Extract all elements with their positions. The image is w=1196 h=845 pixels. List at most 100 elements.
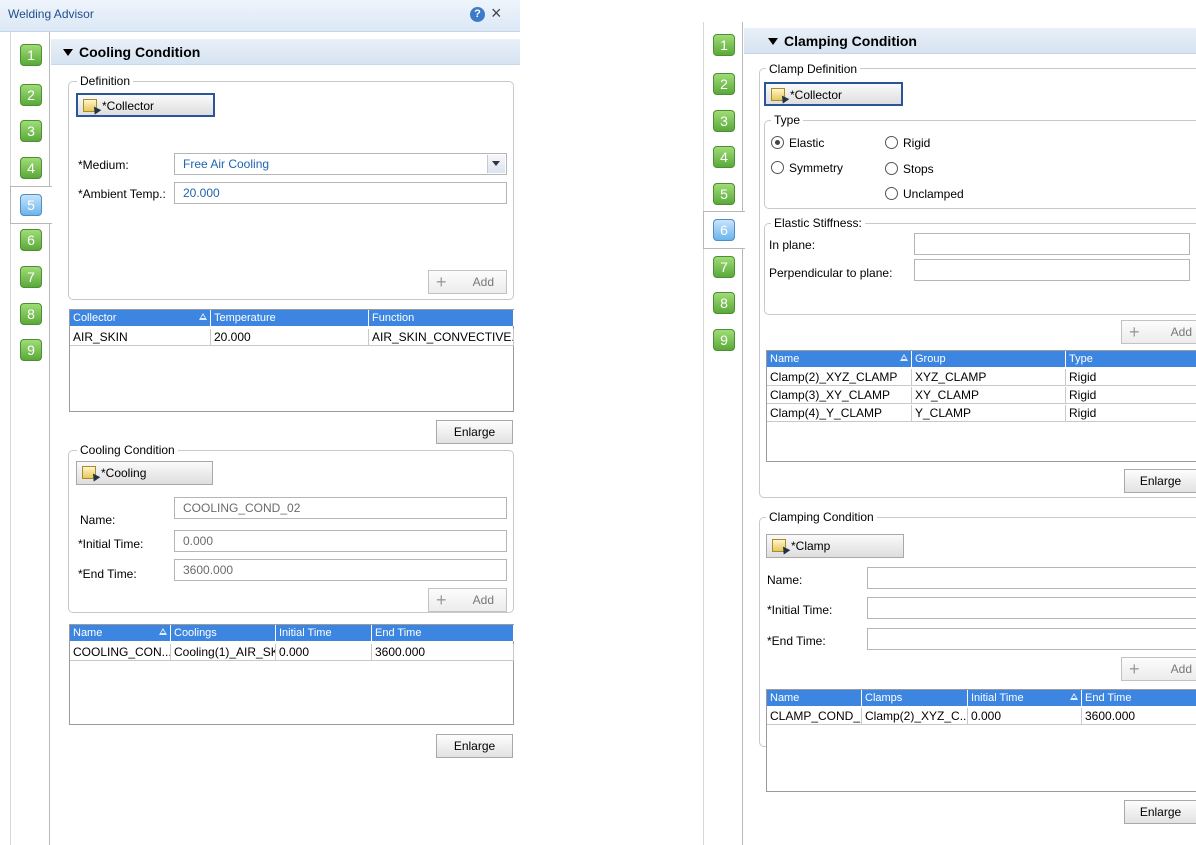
- radio-unclamped-label: Unclamped: [903, 187, 964, 201]
- chevron-down-icon[interactable]: [487, 155, 505, 173]
- step-7-button[interactable]: 7: [713, 256, 735, 278]
- step-5-button[interactable]: 5: [713, 183, 735, 205]
- radio-unclamped[interactable]: [885, 187, 898, 200]
- table-row-cell[interactable]: Rigid: [1066, 387, 1196, 404]
- add-button-cooling[interactable]: + Add: [428, 588, 507, 612]
- column-header-type[interactable]: Type: [1066, 351, 1196, 367]
- table-cell[interactable]: CLAMP_COND_...: [767, 708, 862, 725]
- radio-symmetry[interactable]: [771, 161, 784, 174]
- step-3-button[interactable]: 3: [713, 110, 735, 132]
- radio-elastic[interactable]: [771, 136, 784, 149]
- step-1-button[interactable]: 1: [20, 44, 42, 66]
- step-8-button[interactable]: 8: [20, 303, 42, 325]
- clamp-collector-select-button[interactable]: *Collector: [764, 82, 903, 106]
- clamp-initial-time-input[interactable]: [867, 597, 1196, 619]
- step-4-button[interactable]: 4: [20, 157, 42, 179]
- table-cell[interactable]: Cooling(1)_AIR_SKIN: [171, 644, 276, 661]
- step-2-button[interactable]: 2: [713, 73, 735, 95]
- help-icon[interactable]: ?: [470, 7, 485, 22]
- enlarge-button-3[interactable]: Enlarge: [1124, 469, 1196, 493]
- radio-elastic-label: Elastic: [789, 136, 825, 150]
- clamp-end-time-input[interactable]: [867, 628, 1196, 650]
- plus-icon: +: [436, 272, 447, 292]
- definition-legend: Definition: [77, 74, 134, 88]
- table-row-cell[interactable]: Rigid: [1066, 369, 1196, 386]
- table-row-cell[interactable]: Clamp(4)_Y_CLAMP: [767, 405, 912, 422]
- column-header-name[interactable]: Name: [70, 625, 171, 641]
- table-cell[interactable]: 0.000: [276, 644, 372, 661]
- select-cursor-icon: [83, 99, 97, 112]
- column-header-coolings[interactable]: Coolings: [171, 625, 276, 641]
- column-header-end-time[interactable]: End Time: [1082, 690, 1196, 706]
- step-9-button[interactable]: 9: [20, 339, 42, 361]
- section-header-clamping[interactable]: Clamping Condition: [744, 28, 1196, 54]
- table-cell[interactable]: 3600.000: [1082, 708, 1196, 725]
- collector-table[interactable]: Collector Temperature Function AIR_SKIN …: [69, 309, 514, 412]
- column-header-group[interactable]: Group: [912, 351, 1066, 367]
- radio-rigid-label: Rigid: [903, 136, 931, 150]
- initial-time-input[interactable]: 0.000: [174, 530, 507, 552]
- table-cell[interactable]: Clamp(2)_XYZ_C...: [862, 708, 968, 725]
- enlarge-button-2[interactable]: Enlarge: [436, 734, 513, 758]
- table-cell[interactable]: COOLING_CON...: [70, 644, 171, 661]
- column-header-end-time[interactable]: End Time: [372, 625, 514, 641]
- table-row-cell[interactable]: Y_CLAMP: [912, 405, 1066, 422]
- table-cell[interactable]: AIR_SKIN: [70, 329, 211, 346]
- table-cell[interactable]: 3600.000: [372, 644, 514, 661]
- cooling-name-input[interactable]: COOLING_COND_02: [174, 497, 507, 519]
- perpendicular-input[interactable]: [914, 259, 1190, 281]
- enlarge-button-4[interactable]: Enlarge: [1124, 800, 1196, 824]
- radio-rigid[interactable]: [885, 136, 898, 149]
- step-9-button[interactable]: 9: [713, 329, 735, 351]
- cooling-name-label: Name:: [80, 513, 116, 527]
- table-row-cell[interactable]: Rigid: [1066, 405, 1196, 422]
- cooling-table[interactable]: Name Coolings Initial Time End Time COOL…: [69, 624, 514, 725]
- collector-select-button[interactable]: *Collector: [76, 93, 215, 117]
- section-header-cooling[interactable]: Cooling Condition: [51, 39, 520, 65]
- in-plane-input[interactable]: [914, 233, 1190, 255]
- collapse-triangle-icon: [63, 49, 73, 56]
- step-5-button[interactable]: 5: [20, 194, 42, 216]
- column-header-initial-time[interactable]: Initial Time: [968, 690, 1082, 706]
- column-header-name[interactable]: Name: [767, 351, 912, 367]
- step-2-button[interactable]: 2: [20, 84, 42, 106]
- table-cell[interactable]: AIR_SKIN_CONVECTIVE...: [369, 329, 514, 346]
- column-header-temperature[interactable]: Temperature: [211, 310, 369, 326]
- cooling-select-button[interactable]: *Cooling: [76, 461, 213, 485]
- step-4-button[interactable]: 4: [713, 146, 735, 168]
- sort-ascending-icon: [159, 628, 167, 635]
- clamping-table[interactable]: Name Clamps Initial Time End Time CLAMP_…: [766, 689, 1196, 792]
- clamp-select-button[interactable]: *Clamp: [766, 534, 904, 558]
- ambient-temp-input[interactable]: 20.000: [174, 182, 507, 204]
- step-6-button[interactable]: 6: [20, 229, 42, 251]
- add-button-definition[interactable]: + Add: [428, 270, 507, 294]
- step-1-button[interactable]: 1: [713, 34, 735, 56]
- enlarge-button-1[interactable]: Enlarge: [436, 420, 513, 444]
- step-8-button[interactable]: 8: [713, 292, 735, 314]
- add-button-clamp-definition[interactable]: + Add: [1121, 320, 1196, 344]
- add-button-clamping[interactable]: + Add: [1121, 657, 1196, 681]
- radio-stops[interactable]: [885, 162, 898, 175]
- table-row-cell[interactable]: XY_CLAMP: [912, 387, 1066, 404]
- step-6-button[interactable]: 6: [713, 219, 735, 241]
- table-cell[interactable]: 0.000: [968, 708, 1082, 725]
- table-row-cell[interactable]: XYZ_CLAMP: [912, 369, 1066, 386]
- end-time-input[interactable]: 3600.000: [174, 559, 507, 581]
- table-row-cell[interactable]: Clamp(3)_XY_CLAMP: [767, 387, 912, 404]
- step-7-button[interactable]: 7: [20, 266, 42, 288]
- column-header-clamps[interactable]: Clamps: [862, 690, 968, 706]
- type-legend: Type: [771, 113, 804, 127]
- sort-ascending-icon: [199, 313, 207, 320]
- medium-dropdown[interactable]: Free Air Cooling: [174, 153, 507, 175]
- close-icon[interactable]: ×: [491, 3, 502, 23]
- table-row-cell[interactable]: Clamp(2)_XYZ_CLAMP: [767, 369, 912, 386]
- table-cell[interactable]: 20.000: [211, 329, 369, 346]
- column-header-name[interactable]: Name: [767, 690, 862, 706]
- clamp-name-input[interactable]: [867, 567, 1196, 589]
- column-header-function[interactable]: Function: [369, 310, 514, 326]
- radio-symmetry-label: Symmetry: [789, 161, 843, 175]
- column-header-initial-time[interactable]: Initial Time: [276, 625, 372, 641]
- step-3-button[interactable]: 3: [20, 120, 42, 142]
- column-header-collector[interactable]: Collector: [70, 310, 211, 326]
- clamp-table[interactable]: Name Group Type Clamp(2)_XYZ_CLAMP XYZ_C…: [766, 350, 1196, 462]
